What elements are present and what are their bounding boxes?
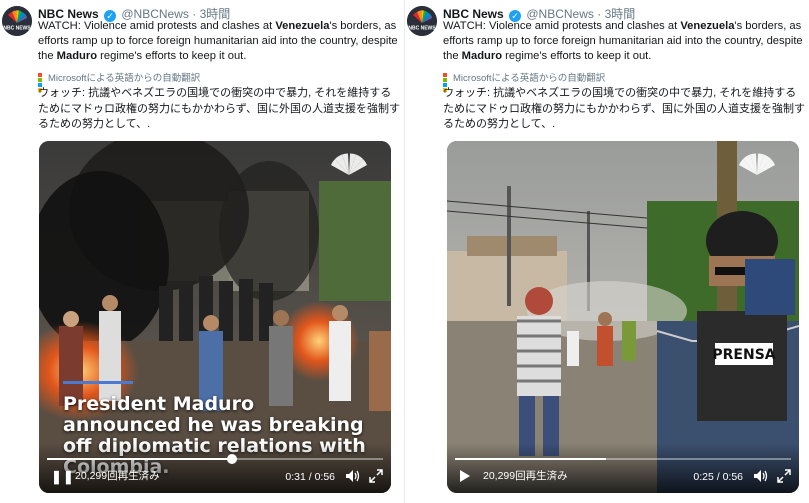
fullscreen-icon[interactable]	[777, 469, 791, 486]
tweet-text: WATCH: Violence amid protests and clashe…	[38, 20, 398, 62]
video-frame: PRENSA	[447, 141, 799, 493]
microsoft-logo-icon	[443, 73, 452, 92]
view-count: 20,299回再生済み	[483, 470, 568, 482]
nbc-news-avatar[interactable]: NBC NEWS	[407, 6, 437, 36]
play-icon[interactable]	[459, 469, 471, 486]
caption-accent-bar	[63, 381, 133, 384]
nbc-watermark-icon	[739, 153, 775, 175]
tweet-text: WATCH: Violence amid protests and clashe…	[443, 20, 803, 62]
volume-icon[interactable]	[345, 469, 361, 486]
time-display: 0:31 / 0:56	[285, 471, 335, 483]
view-count: 20,299回再生済み	[75, 470, 160, 482]
fullscreen-icon[interactable]	[369, 469, 383, 486]
hashtag-venezuela[interactable]: Venezuela	[275, 20, 329, 32]
translation-attribution: Microsoftによる英語からの自動翻訳	[38, 70, 200, 92]
translation-attribution: Microsoftによる英語からの自動翻訳	[443, 70, 605, 92]
hashtag-maduro[interactable]: Maduro	[462, 50, 502, 62]
svg-text:NBC NEWS: NBC NEWS	[408, 26, 436, 32]
pause-icon[interactable]: ❚❚	[51, 469, 75, 485]
svg-text:NBC NEWS: NBC NEWS	[3, 26, 31, 32]
video-player[interactable]: PRENSA 20,299回再生済み 0:25 / 0:56	[447, 141, 799, 493]
video-controls: ❚❚ 20,299回再生済み 0:31 / 0:56	[39, 443, 391, 493]
progress-fill	[47, 458, 232, 460]
volume-icon[interactable]	[753, 469, 769, 486]
microsoft-logo-icon	[38, 73, 47, 92]
time-display: 0:25 / 0:56	[693, 471, 743, 483]
progress-bar[interactable]	[47, 454, 383, 464]
progress-fill	[455, 458, 607, 460]
hashtag-maduro[interactable]: Maduro	[57, 50, 97, 62]
nbc-peacock-icon: NBC NEWS	[407, 6, 437, 36]
translated-text: ウォッチ: 抗議やベネズエラの国境での衝突の中で暴力, それを維持するためにマド…	[38, 87, 401, 130]
hashtag-venezuela[interactable]: Venezuela	[680, 20, 734, 32]
video-player[interactable]: President Maduro announced he was breaki…	[39, 141, 391, 493]
nbc-news-avatar[interactable]: NBC NEWS	[2, 6, 32, 36]
progress-bar[interactable]	[455, 458, 791, 460]
tweet-card-1[interactable]: NBC NEWS NBC News ✓ @NBCNews · 3時間 WATCH…	[0, 0, 404, 503]
tweet-card-2[interactable]: NBC NEWS NBC News ✓ @NBCNews · 3時間 WATCH…	[405, 0, 809, 503]
nbc-watermark-icon	[331, 153, 367, 175]
translated-text: ウォッチ: 抗議やベネズエラの国境での衝突の中で暴力, それを維持するためにマド…	[443, 87, 806, 130]
nbc-peacock-icon: NBC NEWS	[2, 6, 32, 36]
vest-label: PRENSA	[712, 347, 775, 363]
video-controls: 20,299回再生済み 0:25 / 0:56	[447, 443, 799, 493]
progress-knob[interactable]	[226, 454, 237, 464]
